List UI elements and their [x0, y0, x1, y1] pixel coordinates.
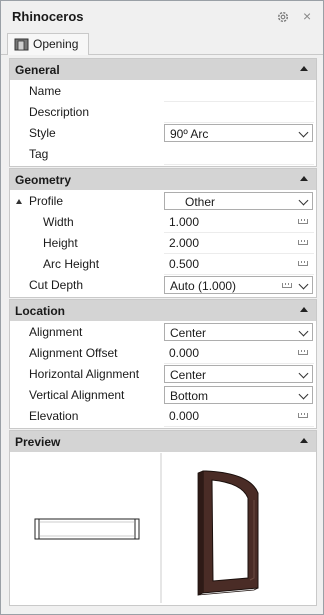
- ruler-icon[interactable]: [298, 413, 308, 418]
- ruler-icon[interactable]: [298, 261, 308, 266]
- elevation-field[interactable]: 0.000: [164, 406, 314, 427]
- chevron-down-icon: [298, 127, 309, 138]
- vertical-alignment-select[interactable]: Bottom: [164, 386, 313, 404]
- preview-header[interactable]: Preview: [10, 431, 316, 452]
- horizontal-alignment-label: Horizontal Alignment: [29, 367, 140, 381]
- alignment-row: Alignment Center: [10, 322, 316, 343]
- tag-row: Tag: [10, 144, 316, 165]
- ruler-icon[interactable]: [282, 283, 292, 288]
- width-row: Width 1.000: [10, 212, 316, 233]
- style-label: Style: [29, 126, 56, 140]
- description-label: Description: [29, 105, 90, 119]
- style-value: 90º Arc: [170, 127, 209, 141]
- horizontal-alignment-value: Center: [170, 368, 207, 382]
- tag-label: Tag: [29, 147, 49, 161]
- geometry-header[interactable]: Geometry: [10, 169, 316, 190]
- tab-label: Opening: [33, 37, 79, 51]
- chevron-down-icon: [298, 368, 309, 379]
- collapse-icon[interactable]: [300, 307, 308, 312]
- ruler-icon[interactable]: [298, 219, 308, 224]
- title-bar: Rhinoceros ×: [1, 1, 323, 31]
- collapse-icon[interactable]: [300, 176, 308, 181]
- alignment-offset-row: Alignment Offset 0.000: [10, 343, 316, 364]
- general-section: General Name Description Style 90º Arc T…: [9, 58, 317, 167]
- close-icon[interactable]: ×: [303, 9, 311, 23]
- profile-value: Other: [185, 195, 216, 209]
- gear-icon[interactable]: [276, 10, 290, 24]
- name-field[interactable]: [164, 81, 314, 102]
- chevron-down-icon: [298, 389, 309, 400]
- tab-strip: Opening: [1, 32, 323, 55]
- geometry-title: Geometry: [15, 173, 72, 187]
- vertical-alignment-value: Bottom: [170, 389, 209, 403]
- perspective-view-drawing: [197, 470, 259, 596]
- preview-section: Preview: [9, 430, 317, 606]
- style-select[interactable]: 90º Arc: [164, 124, 313, 142]
- preview-title: Preview: [15, 435, 61, 449]
- plan-preview: [10, 453, 160, 603]
- perspective-preview: [162, 453, 314, 603]
- location-header[interactable]: Location: [10, 300, 316, 321]
- collapse-icon[interactable]: [300, 66, 308, 71]
- profile-label: Profile: [29, 194, 64, 208]
- ruler-icon[interactable]: [298, 240, 308, 245]
- vertical-alignment-label: Vertical Alignment: [29, 388, 125, 402]
- name-label: Name: [29, 84, 62, 98]
- general-title: General: [15, 63, 60, 77]
- horizontal-alignment-row: Horizontal Alignment Center: [10, 364, 316, 385]
- alignment-offset-field[interactable]: 0.000: [164, 343, 314, 364]
- arc-height-row: Arc Height 0.500: [10, 254, 316, 275]
- name-row: Name: [10, 81, 316, 102]
- location-title: Location: [15, 304, 65, 318]
- description-row: Description: [10, 102, 316, 123]
- cut-depth-value: Auto (1.000): [170, 279, 237, 293]
- properties-window: Rhinoceros × Opening General Name Descri…: [0, 0, 324, 615]
- alignment-offset-label: Alignment Offset: [29, 346, 118, 360]
- opening-icon: [14, 38, 29, 51]
- chevron-down-icon: [298, 195, 309, 206]
- vertical-alignment-row: Vertical Alignment Bottom: [10, 385, 316, 406]
- general-header[interactable]: General: [10, 59, 316, 80]
- chevron-down-icon: [298, 326, 309, 337]
- height-row: Height 2.000: [10, 233, 316, 254]
- geometry-section: Geometry Profile Other Width 1.000 Heigh…: [9, 168, 317, 298]
- collapse-icon[interactable]: [300, 438, 308, 443]
- ruler-icon[interactable]: [298, 350, 308, 355]
- plan-view-drawing: [34, 518, 140, 540]
- elevation-label: Elevation: [29, 409, 79, 423]
- horizontal-alignment-select[interactable]: Center: [164, 365, 313, 383]
- alignment-label: Alignment: [29, 325, 83, 339]
- cut-depth-label: Cut Depth: [29, 278, 84, 292]
- profile-row: Profile Other: [10, 191, 316, 212]
- alignment-select[interactable]: Center: [164, 323, 313, 341]
- alignment-value: Center: [170, 326, 207, 340]
- style-row: Style 90º Arc: [10, 123, 316, 144]
- description-field[interactable]: [164, 102, 314, 123]
- tab-opening[interactable]: Opening: [7, 33, 89, 55]
- expand-triangle-icon[interactable]: [16, 199, 22, 204]
- width-field[interactable]: 1.000: [164, 212, 314, 233]
- height-field[interactable]: 2.000: [164, 233, 314, 254]
- chevron-down-icon: [298, 279, 309, 290]
- cut-depth-select[interactable]: Auto (1.000): [164, 276, 313, 294]
- window-title: Rhinoceros: [12, 9, 84, 24]
- tag-field[interactable]: [164, 144, 314, 165]
- arc-height-field[interactable]: 0.500: [164, 254, 314, 275]
- profile-select[interactable]: Other: [164, 192, 313, 210]
- cut-depth-row: Cut Depth Auto (1.000): [10, 275, 316, 296]
- elevation-row: Elevation 0.000: [10, 406, 316, 427]
- location-section: Location Alignment Center Alignment Offs…: [9, 299, 317, 429]
